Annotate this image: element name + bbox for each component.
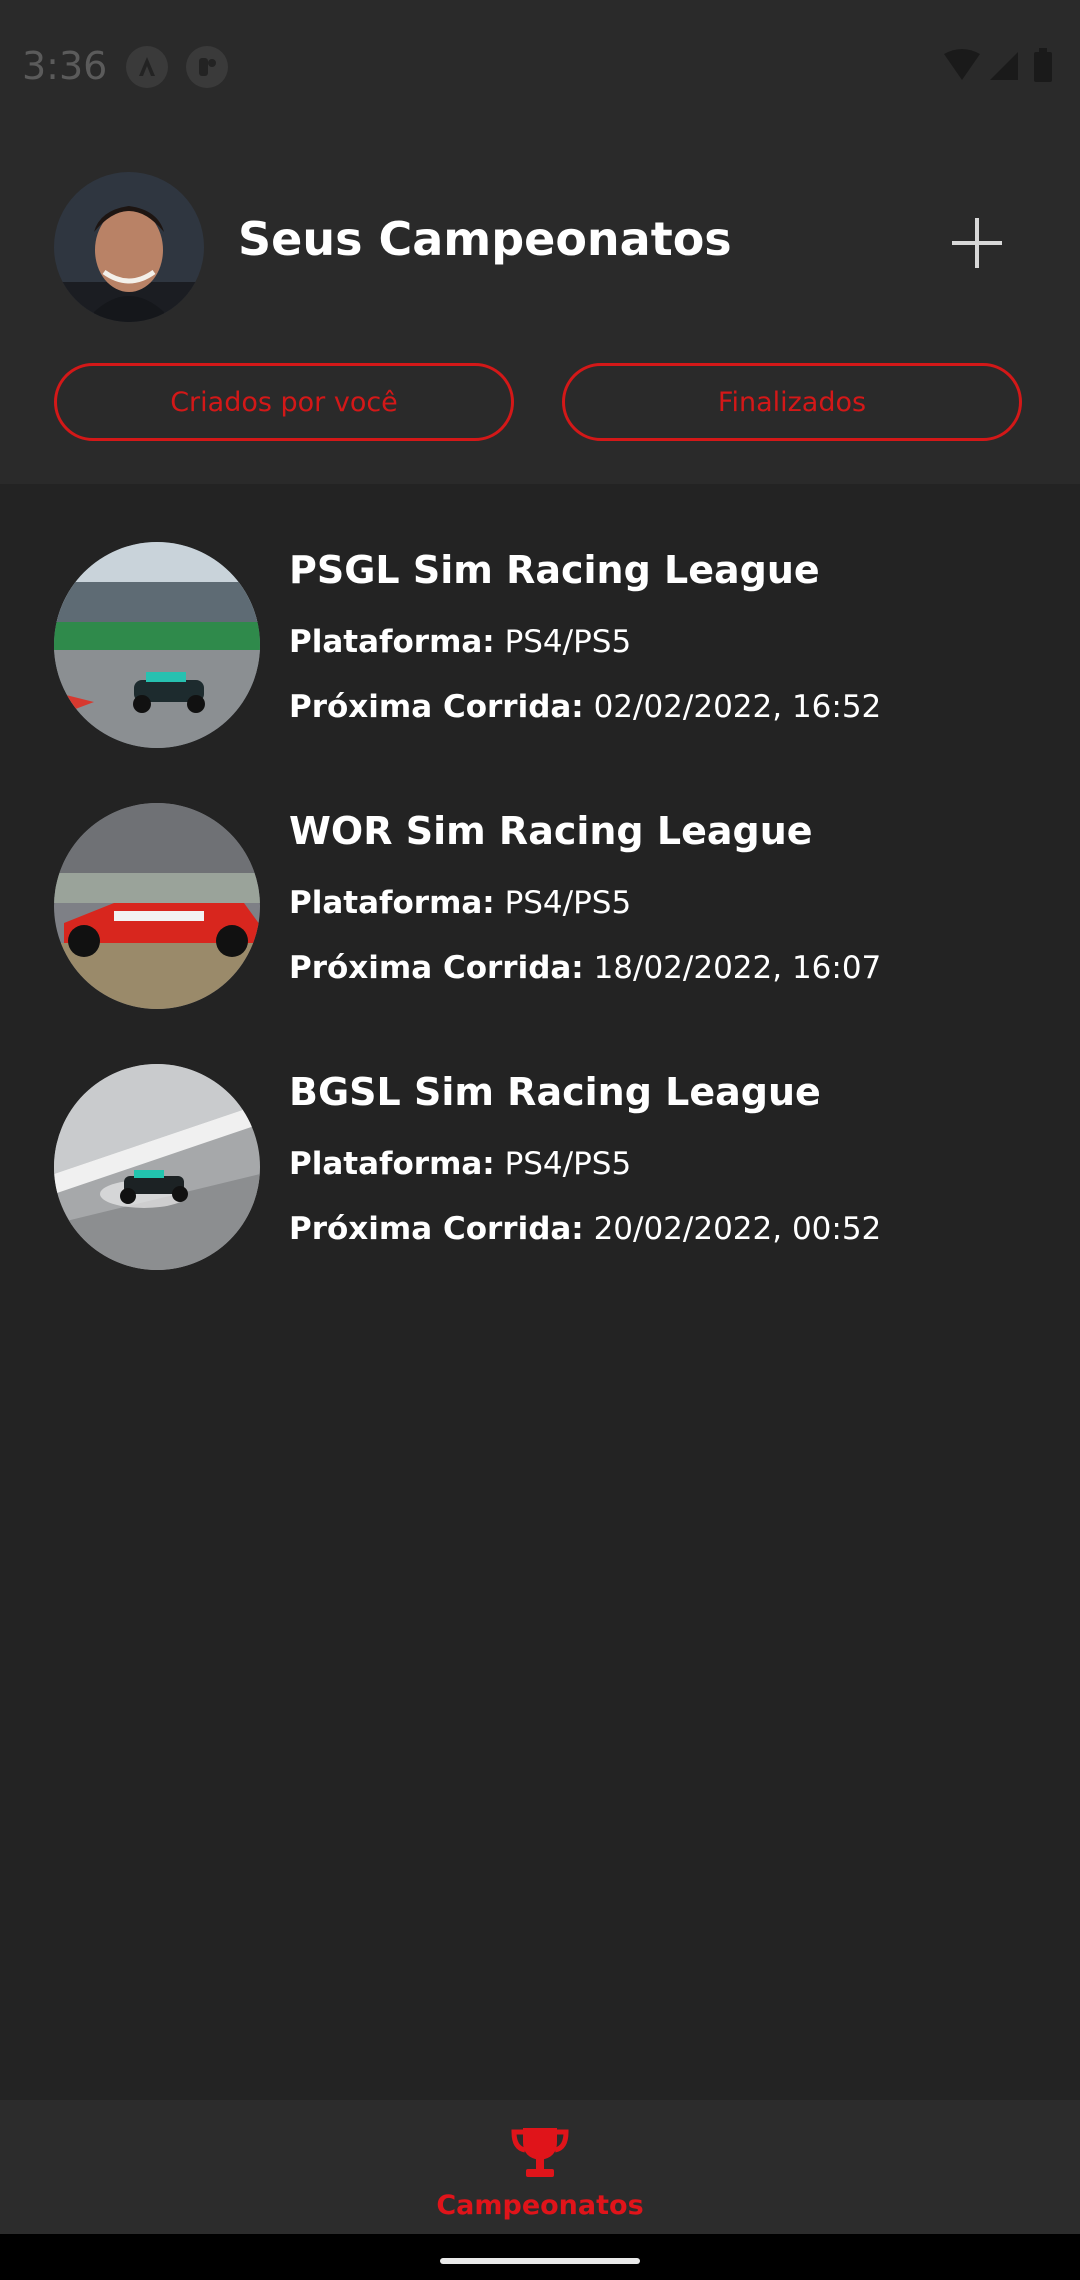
page-title: Seus Campeonatos — [238, 212, 732, 266]
platform-value: PS4/PS5 — [504, 885, 632, 921]
championship-next-race: Próxima Corrida: 18/02/2022, 16:07 — [289, 950, 881, 986]
championship-name: PSGL Sim Racing League — [289, 548, 820, 592]
filter-created-by-you-button[interactable]: Criados por você — [54, 363, 514, 441]
status-time: 3:36 — [22, 44, 108, 88]
next-race-label: Próxima Corrida: — [289, 1211, 584, 1247]
bottom-navigation: Campeonatos — [0, 2100, 1080, 2234]
header: Seus Campeonatos Criados por você Finali… — [0, 130, 1080, 484]
wifi-icon — [944, 49, 980, 80]
system-icons — [942, 48, 1062, 92]
next-race-value: 20/02/2022, 00:52 — [593, 1211, 882, 1247]
nav-item-label: Campeonatos — [436, 2190, 644, 2221]
championship-thumbnail — [54, 1064, 260, 1270]
championship-card[interactable]: WOR Sim Racing League Plataforma: PS4/PS… — [0, 803, 1080, 1035]
notification-icon — [186, 46, 228, 88]
trophy-icon — [511, 2124, 569, 2180]
next-race-label: Próxima Corrida: — [289, 950, 584, 986]
championship-thumbnail — [54, 542, 260, 748]
add-championship-button[interactable] — [942, 208, 1012, 278]
next-race-value: 02/02/2022, 16:52 — [593, 689, 882, 725]
platform-value: PS4/PS5 — [504, 624, 632, 660]
championship-card[interactable]: PSGL Sim Racing League Plataforma: PS4/P… — [0, 542, 1080, 774]
app-root: 3:36 Seus Campeonatos Criados por você F… — [0, 0, 1080, 2280]
championship-next-race: Próxima Corrida: 20/02/2022, 00:52 — [289, 1211, 881, 1247]
championship-next-race: Próxima Corrida: 02/02/2022, 16:52 — [289, 689, 881, 725]
championship-card[interactable]: BGSL Sim Racing League Plataforma: PS4/P… — [0, 1064, 1080, 1296]
nav-item-campeonatos[interactable]: Campeonatos — [420, 2124, 660, 2234]
championship-platform: Plataforma: PS4/PS5 — [289, 624, 631, 660]
platform-label: Plataforma: — [289, 1146, 495, 1182]
next-race-value: 18/02/2022, 16:07 — [593, 950, 882, 986]
avatar[interactable] — [54, 172, 204, 322]
platform-label: Plataforma: — [289, 885, 495, 921]
platform-label: Plataforma: — [289, 624, 495, 660]
system-navigation-bar — [0, 2234, 1080, 2280]
notification-icon — [126, 46, 168, 88]
battery-icon — [1034, 48, 1052, 82]
championship-platform: Plataforma: PS4/PS5 — [289, 885, 631, 921]
status-bar: 3:36 — [0, 0, 1080, 130]
next-race-label: Próxima Corrida: — [289, 689, 584, 725]
championship-thumbnail — [54, 803, 260, 1009]
home-indicator[interactable] — [440, 2258, 640, 2264]
championship-name: WOR Sim Racing League — [289, 809, 813, 853]
filter-finished-button[interactable]: Finalizados — [562, 363, 1022, 441]
championship-name: BGSL Sim Racing League — [289, 1070, 821, 1114]
signal-icon — [990, 52, 1018, 80]
championship-platform: Plataforma: PS4/PS5 — [289, 1146, 631, 1182]
platform-value: PS4/PS5 — [504, 1146, 632, 1182]
